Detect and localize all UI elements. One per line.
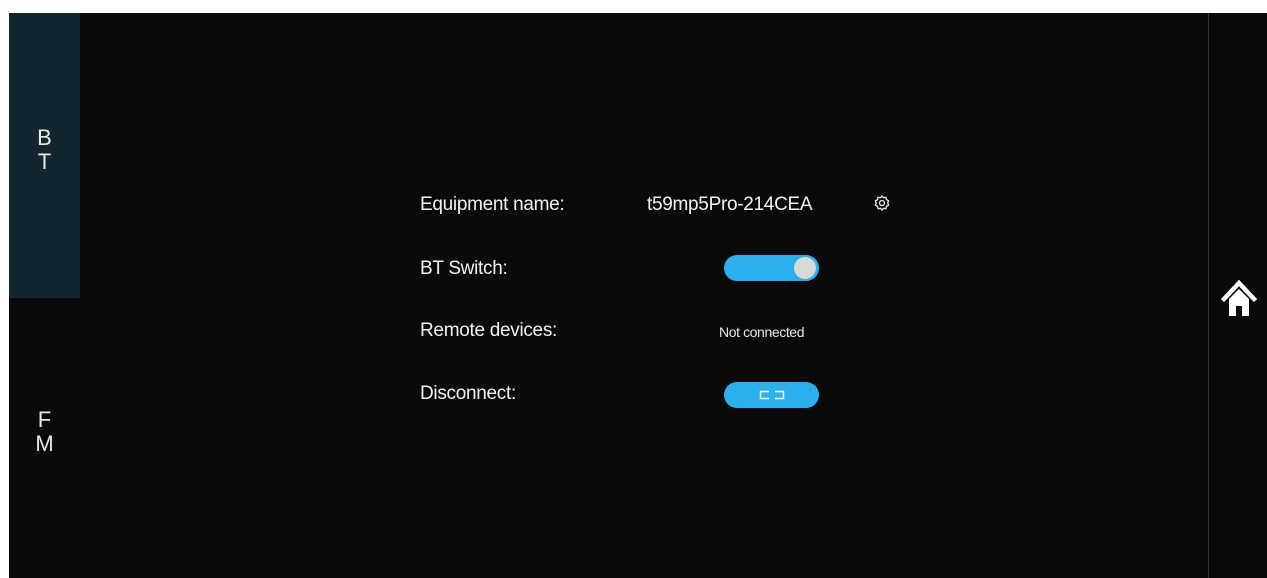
home-icon[interactable] xyxy=(1221,279,1257,319)
bluetooth-settings-screen: B T F M Equipment name: t59mp5Pro-214CEA… xyxy=(9,13,1267,578)
disconnect-label: Disconnect: xyxy=(420,383,516,404)
bt-switch-toggle[interactable] xyxy=(724,255,819,281)
disconnect-button[interactable] xyxy=(724,382,819,408)
tab-bt-label: B T xyxy=(37,124,52,174)
tab-bt-label-bottom: T xyxy=(37,148,52,174)
remote-devices-status: Not connected xyxy=(719,324,805,340)
tab-bt-label-top: B xyxy=(37,124,52,150)
right-divider xyxy=(1208,13,1209,578)
remote-devices-label: Remote devices: xyxy=(420,320,558,341)
gear-icon[interactable] xyxy=(873,194,891,212)
tab-fm[interactable]: F M xyxy=(9,298,80,578)
bt-switch-label: BT Switch: xyxy=(420,258,508,279)
tab-bt[interactable]: B T xyxy=(9,13,80,298)
tab-fm-label-top: F xyxy=(37,407,52,432)
unlink-icon xyxy=(759,390,784,400)
tab-fm-label: F M xyxy=(35,408,53,456)
tab-fm-label-bottom: M xyxy=(35,431,54,456)
equipment-name-label: Equipment name: xyxy=(420,194,565,215)
equipment-name-value: t59mp5Pro-214CEA xyxy=(647,194,813,215)
toggle-knob xyxy=(794,257,816,279)
